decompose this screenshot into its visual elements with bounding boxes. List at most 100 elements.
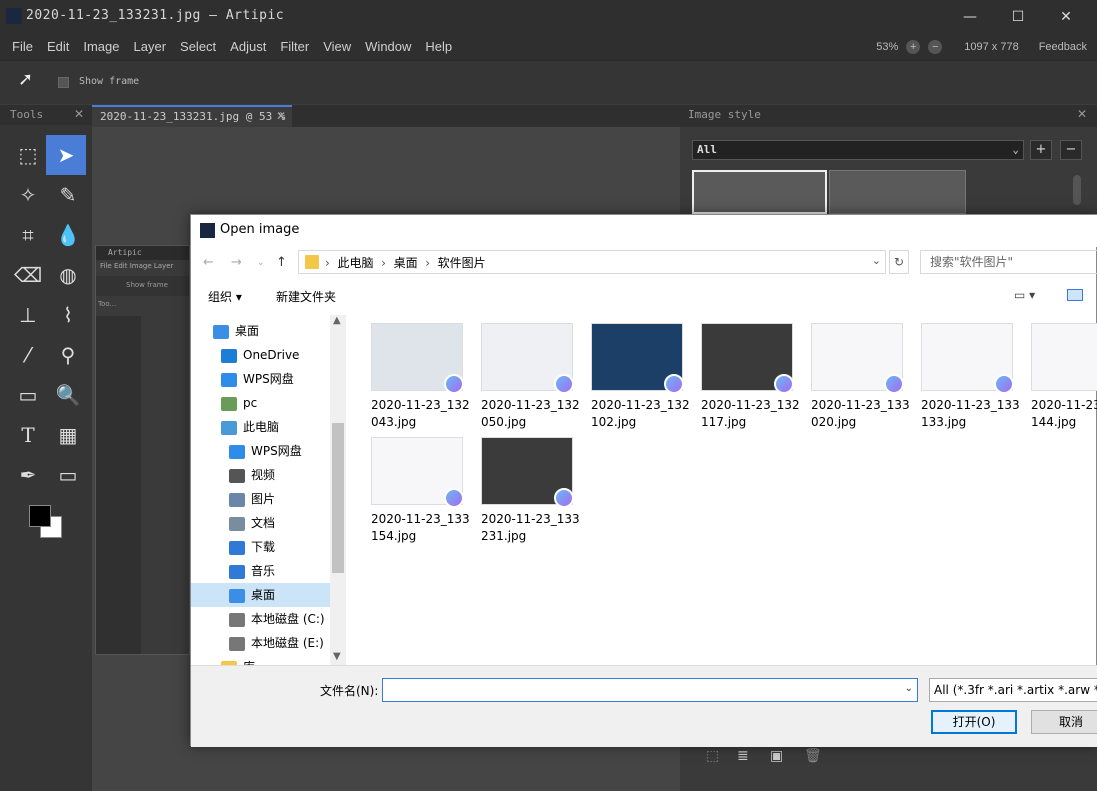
file-item[interactable]: 2020-11-23_133020.jpg	[811, 323, 911, 431]
breadcrumb-item[interactable]: 桌面	[394, 256, 418, 270]
zoom-out-button[interactable]: −	[928, 40, 943, 54]
eraser-icon[interactable]: ⌫	[8, 255, 48, 295]
menu-select[interactable]: Select	[173, 34, 223, 60]
bucket-icon[interactable]: ▭	[8, 375, 48, 415]
menu-window[interactable]: Window	[358, 34, 418, 60]
scroll-thumb[interactable]	[332, 423, 344, 573]
blur-icon[interactable]: ◍	[48, 255, 88, 295]
nav-item[interactable]: 本地磁盘 (C:)	[191, 607, 330, 631]
nav-item[interactable]: pc	[191, 391, 330, 415]
nav-item[interactable]: 桌面	[191, 319, 330, 343]
file-item[interactable]: 2020-11-23_133231.jpg	[481, 437, 581, 545]
foreground-color-swatch[interactable]	[29, 505, 51, 527]
menu-layer[interactable]: Layer	[127, 34, 174, 60]
image-style-close-icon[interactable]: ✕	[1077, 107, 1087, 121]
nav-item[interactable]: WPS网盘	[191, 439, 330, 463]
menu-view[interactable]: View	[316, 34, 358, 60]
text-tool-icon[interactable]: T	[8, 415, 48, 455]
nav-item[interactable]: OneDrive	[191, 343, 330, 367]
file-item[interactable]: 2020-11-23_133154.jpg	[371, 437, 471, 545]
frame-icon[interactable]: ▣	[770, 748, 783, 764]
navigation-scrollbar[interactable]: ▲ ▼	[330, 315, 346, 665]
gradient-icon[interactable]: ▦	[48, 415, 88, 455]
minimize-button[interactable]: —	[947, 4, 993, 30]
crop-icon[interactable]: ⌗	[8, 215, 48, 255]
up-arrow-icon[interactable]: ↑	[276, 255, 287, 270]
close-button[interactable]: ✕	[1043, 4, 1089, 30]
maximize-button[interactable]: ☐	[995, 4, 1041, 30]
recent-chevron-icon[interactable]: ⌄	[257, 258, 265, 268]
scroll-down-icon[interactable]: ▼	[333, 651, 341, 662]
marquee-tool-icon[interactable]: ⬚	[8, 135, 48, 175]
stamp-icon[interactable]: ⊥	[8, 295, 48, 335]
style-thumbnail[interactable]	[829, 170, 966, 214]
style-thumbnail[interactable]	[692, 170, 827, 214]
remove-style-button[interactable]: −	[1060, 140, 1082, 160]
mini-menu: File Edit Image Layer	[100, 262, 174, 270]
chevron-down-icon[interactable]: ⌄	[872, 254, 881, 267]
menu-adjust[interactable]: Adjust	[223, 34, 273, 60]
nav-item[interactable]: 本地磁盘 (E:)	[191, 631, 330, 655]
nav-item[interactable]: 音乐	[191, 559, 330, 583]
style-filter-select[interactable]: All ⌄	[692, 140, 1024, 160]
nav-item[interactable]: 此电脑	[191, 415, 330, 439]
feedback-link[interactable]: Feedback	[1039, 41, 1087, 53]
brush-icon[interactable]: ✎	[48, 175, 88, 215]
nav-item[interactable]: 库	[191, 655, 330, 665]
zoom-icon[interactable]: 🔍	[48, 375, 88, 415]
file-type-select[interactable]: All (*.3fr *.ari *.artix *.arw *.b	[929, 678, 1097, 702]
new-folder-button[interactable]: 新建文件夹	[276, 288, 336, 305]
back-arrow-icon[interactable]: ←	[203, 255, 214, 270]
menu-file[interactable]: File	[5, 34, 40, 60]
open-button[interactable]: 打开(O)	[931, 710, 1017, 734]
drop-icon[interactable]: 💧	[48, 215, 88, 255]
eyedropper-icon[interactable]: ⁄	[8, 335, 48, 375]
magnifier-icon[interactable]: ⚲	[48, 335, 88, 375]
file-item[interactable]: 2020-11-23_132043.jpg	[371, 323, 471, 431]
nav-item[interactable]: 下载	[191, 535, 330, 559]
chevron-down-icon[interactable]: ⌄	[905, 683, 913, 694]
nav-item[interactable]: WPS网盘	[191, 367, 330, 391]
healing-icon[interactable]: ⌇	[48, 295, 88, 335]
file-item[interactable]: 2020-11-23_133133.jpg	[921, 323, 1021, 431]
preview-pane-icon[interactable]	[1067, 289, 1083, 301]
nav-item[interactable]: 图片	[191, 487, 330, 511]
address-bar[interactable]: › 此电脑 › 桌面 › 软件图片 ⌄	[298, 250, 886, 274]
trash-icon[interactable]: 🗑	[804, 748, 822, 764]
organize-button[interactable]: 组织 ▾	[208, 288, 242, 305]
rectangle-icon[interactable]: ▭	[48, 455, 88, 495]
zoom-in-button[interactable]: +	[906, 40, 921, 54]
menu-edit[interactable]: Edit	[40, 34, 76, 60]
search-input[interactable]: 搜索"软件图片"	[920, 250, 1097, 274]
menu-filter[interactable]: Filter	[273, 34, 316, 60]
move-tool-icon[interactable]: ➤	[46, 135, 86, 175]
file-item[interactable]: 2020-11-23_133144.jpg	[1031, 323, 1097, 431]
scroll-up-icon[interactable]: ▲	[333, 315, 341, 326]
breadcrumb-item[interactable]: 软件图片	[438, 256, 486, 270]
filename-input[interactable]: ⌄	[382, 678, 918, 702]
file-item[interactable]: 2020-11-23_132117.jpg	[701, 323, 801, 431]
nav-item-label: 此电脑	[243, 420, 280, 434]
style-scrollbar[interactable]	[1073, 175, 1081, 205]
select-icon[interactable]: ⬚	[706, 748, 719, 764]
document-tab-close-icon[interactable]: ✕	[276, 109, 286, 123]
document-tab[interactable]: 2020-11-23_133231.jpg @ 53 % ✕	[92, 105, 292, 127]
file-item[interactable]: 2020-11-23_132050.jpg	[481, 323, 581, 431]
nav-item[interactable]: 桌面	[191, 583, 330, 607]
tools-panel-close-icon[interactable]: ✕	[74, 107, 84, 121]
menu-image[interactable]: Image	[76, 34, 126, 60]
nav-item[interactable]: 视频	[191, 463, 330, 487]
menu-help[interactable]: Help	[418, 34, 459, 60]
breadcrumb-item[interactable]: 此电脑	[337, 256, 373, 270]
nav-item[interactable]: 文档	[191, 511, 330, 535]
layers-icon[interactable]: ≣	[737, 748, 749, 764]
refresh-icon[interactable]: ↻	[889, 250, 909, 274]
view-options-icon[interactable]: ▭ ▾	[1014, 288, 1035, 302]
file-item[interactable]: 2020-11-23_132102.jpg	[591, 323, 691, 431]
pen-icon[interactable]: ✒	[8, 455, 48, 495]
magic-wand-icon[interactable]: ✧	[8, 175, 48, 215]
cancel-button[interactable]: 取消	[1031, 710, 1097, 734]
show-frame-checkbox[interactable]	[58, 77, 69, 88]
add-style-button[interactable]: +	[1030, 140, 1052, 160]
forward-arrow-icon[interactable]: →	[231, 255, 242, 270]
